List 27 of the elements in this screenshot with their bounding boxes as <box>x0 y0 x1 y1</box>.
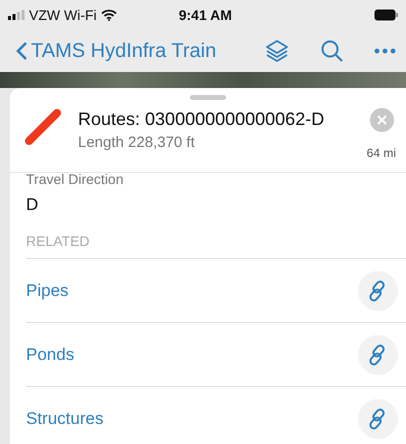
carrier-label: VZW Wi-Fi <box>29 7 97 23</box>
drag-handle[interactable] <box>190 95 226 100</box>
feature-length: Length 228,370 ft <box>78 134 196 151</box>
link-button[interactable] <box>358 398 398 438</box>
close-icon <box>377 115 387 125</box>
distance-label: 64 mi <box>366 146 396 160</box>
battery-icon <box>374 9 398 21</box>
layers-button[interactable] <box>264 38 290 64</box>
chevron-left-icon <box>16 41 28 61</box>
related-link[interactable]: Pipes <box>26 280 358 300</box>
search-icon <box>320 39 344 63</box>
link-button[interactable] <box>358 334 398 374</box>
related-link[interactable]: Ponds <box>26 344 358 364</box>
search-button[interactable] <box>320 39 344 63</box>
back-button[interactable]: TAMS HydInfra Train <box>16 40 216 62</box>
attribute-label: Travel Direction <box>26 171 125 187</box>
section-heading: RELATED <box>26 233 91 249</box>
clock-time: 9:41 AM <box>178 7 233 23</box>
attribute-value: D <box>26 195 40 215</box>
layers-icon <box>264 38 290 64</box>
more-icon <box>374 48 396 54</box>
signal-icon <box>8 10 25 20</box>
link-button[interactable] <box>358 270 398 310</box>
feature-title: Routes: 0300000000000062-D <box>78 109 326 130</box>
more-button[interactable] <box>374 48 396 54</box>
wifi-icon <box>100 9 117 21</box>
related-link[interactable]: Structures <box>26 408 358 428</box>
